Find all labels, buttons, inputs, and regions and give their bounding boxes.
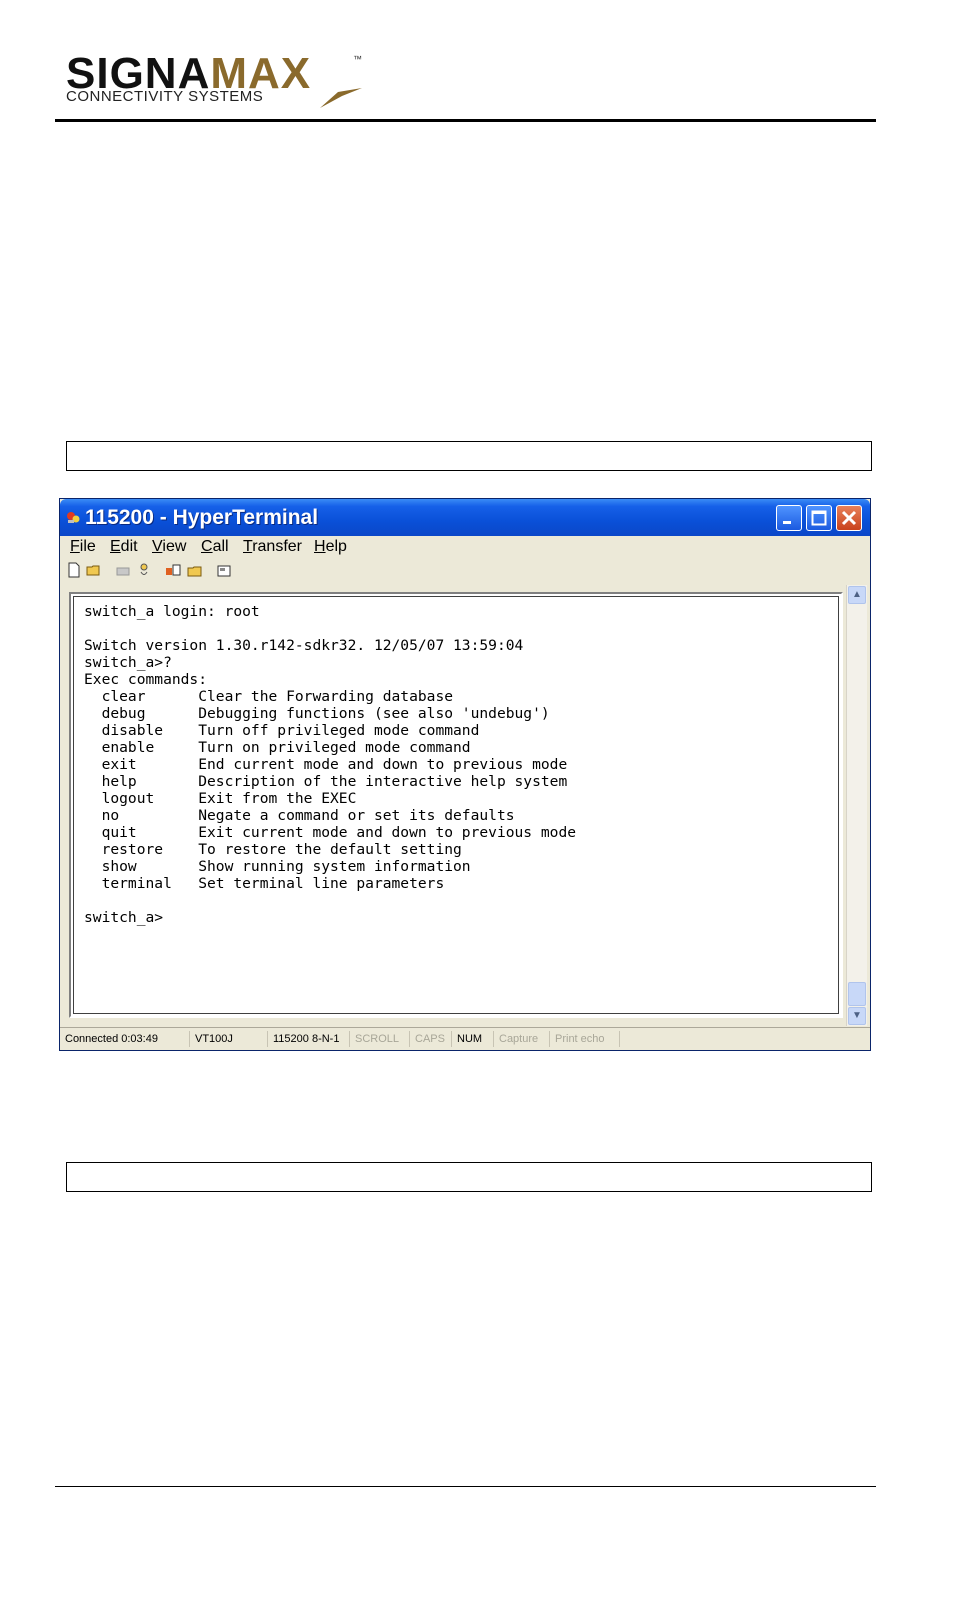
logo-swoosh-icon [320,88,362,108]
header-rule [55,119,876,122]
status-scroll: SCROLL [352,1031,410,1047]
caption-box-bottom [66,1162,872,1192]
receive-icon[interactable] [187,562,203,578]
title-bar[interactable]: 115200 - HyperTerminal [60,499,870,536]
minimize-button[interactable] [776,505,802,531]
status-caps: CAPS [412,1031,452,1047]
status-bar: Connected 0:03:49 VT100J 115200 8-N-1 SC… [60,1027,870,1050]
menu-call[interactable]: Call [201,538,229,556]
status-print-echo: Print echo [552,1031,620,1047]
footer-rule [55,1486,876,1487]
maximize-button[interactable] [806,505,832,531]
scroll-down-button[interactable]: ▼ [848,1007,866,1025]
new-connection-icon[interactable] [66,562,82,578]
vertical-scrollbar[interactable]: ▲ ▼ [846,585,867,1026]
chevron-up-icon: ▲ [852,589,862,600]
logo-trademark: ™ [353,54,362,64]
menu-view[interactable]: View [152,538,186,556]
caption-box-top [66,441,872,471]
scroll-up-button[interactable]: ▲ [848,586,866,604]
menu-bar: File Edit View Call Transfer Help [60,536,870,558]
hyperterminal-window: 115200 - HyperTerminal File Edit View Ca… [59,498,871,1051]
status-capture: Capture [496,1031,550,1047]
menu-transfer[interactable]: Transfer [243,538,302,556]
status-settings: 115200 8-N-1 [270,1031,350,1047]
connect-icon[interactable] [115,562,131,578]
status-emulation: VT100J [192,1031,268,1047]
status-num: NUM [454,1031,494,1047]
signamax-logo: SIGNAMAX ™ CONNECTIVITY SYSTEMS [66,52,366,114]
menu-help[interactable]: Help [314,538,347,556]
send-icon[interactable] [165,562,181,578]
scroll-thumb[interactable] [848,982,866,1006]
close-icon [841,510,857,526]
maximize-icon [811,510,827,526]
minimize-icon [783,521,791,524]
menu-edit[interactable]: Edit [110,538,138,556]
status-connected: Connected 0:03:49 [62,1031,190,1047]
window-title: 115200 - HyperTerminal [85,506,319,529]
terminal-area[interactable]: switch_a login: root Switch version 1.30… [69,592,843,1018]
open-folder-icon[interactable] [86,562,102,578]
properties-icon[interactable] [216,562,232,578]
terminal-output: switch_a login: root Switch version 1.30… [84,603,577,926]
menu-file[interactable]: File [70,538,96,556]
hyperterminal-app-icon [67,512,80,523]
chevron-down-icon: ▼ [852,1010,862,1021]
logo-subtitle: CONNECTIVITY SYSTEMS [66,88,264,105]
toolbar [60,558,870,584]
close-button[interactable] [836,505,862,531]
disconnect-icon[interactable] [136,562,152,578]
